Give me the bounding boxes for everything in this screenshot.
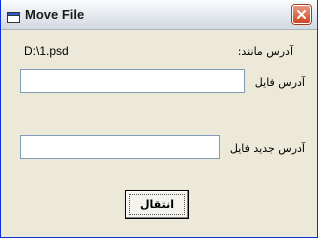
window-icon xyxy=(7,8,20,23)
window-title: Move File xyxy=(25,7,85,22)
title-bar[interactable]: Move File xyxy=(1,0,317,30)
move-file-dialog: Move File D:\1.psd آدرس مانند: آدرس فایل… xyxy=(0,0,318,238)
close-icon xyxy=(297,10,306,19)
new-file-address-label: آدرس جدید فایل xyxy=(229,142,305,155)
move-button[interactable]: انتقال xyxy=(125,190,189,219)
new-file-address-input[interactable] xyxy=(20,135,220,159)
file-address-input[interactable] xyxy=(20,69,245,93)
remaining-address-value: D:\1.psd xyxy=(24,44,69,58)
remaining-address-label: آدرس مانند: xyxy=(237,45,293,58)
file-address-label: آدرس فایل xyxy=(254,76,305,89)
close-button[interactable] xyxy=(292,5,311,24)
